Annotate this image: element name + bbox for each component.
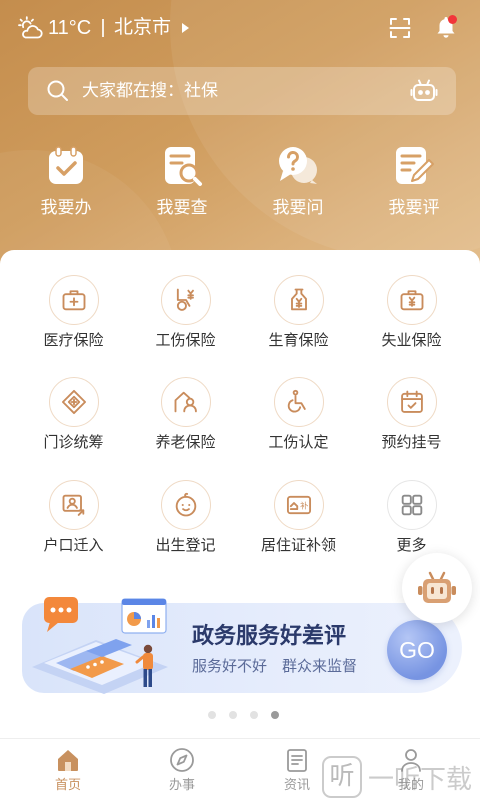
service-label: 门诊统筹 — [43, 434, 104, 451]
service-label: 工伤保险 — [155, 332, 216, 349]
wheelchair-icon — [273, 377, 324, 427]
service-rating-illustration — [32, 597, 168, 694]
baby-face-icon — [160, 480, 211, 530]
service-residence-permit-reissue[interactable]: 补 居住证补领 — [242, 480, 355, 556]
quick-action-apply[interactable]: 我要办 — [8, 144, 124, 219]
briefcase-yuan-icon — [386, 275, 437, 325]
service-label: 养老保险 — [155, 434, 216, 451]
medical-kit-icon — [48, 275, 99, 325]
service-more[interactable]: 更多 — [355, 480, 468, 556]
question-bubble-icon — [279, 147, 317, 184]
quick-action-query[interactable]: 我要查 — [124, 144, 240, 219]
banner-subtitle: 服务好不好 群众来监督 — [192, 658, 358, 675]
service-maternity-insurance[interactable]: 生育保险 — [242, 275, 355, 351]
id-card-move-in-icon — [48, 480, 99, 530]
temperature: 11°C — [48, 17, 92, 39]
pagination-dot[interactable] — [207, 711, 216, 719]
nav-label: 首页 — [54, 777, 81, 792]
compass-icon — [170, 748, 194, 772]
quick-action-label: 我要查 — [156, 198, 208, 217]
notification-badge — [448, 15, 457, 24]
service-medical-insurance[interactable]: 医疗保险 — [17, 275, 130, 351]
service-outpatient-pooling[interactable]: 门诊统筹 — [17, 377, 130, 453]
wheelchair-yuan-icon — [160, 275, 211, 325]
service-label: 生育保险 — [268, 332, 329, 349]
id-card-reissue-icon: 补 — [273, 480, 324, 530]
nav-home[interactable]: 首页 — [11, 739, 125, 800]
service-work-injury-certification[interactable]: 工伤认定 — [242, 377, 355, 453]
assistant-fab[interactable] — [402, 553, 472, 623]
service-label: 户口迁入 — [43, 537, 104, 554]
clipboard-check-icon — [49, 146, 83, 184]
service-label: 更多 — [396, 537, 427, 554]
service-pension-insurance[interactable]: 养老保险 — [129, 377, 242, 453]
document-search-icon — [165, 147, 202, 186]
banner-title: 政务服务好差评 — [192, 623, 347, 648]
search-bar[interactable]: 大家都在搜：社保 — [28, 67, 456, 115]
calendar-check-icon — [386, 377, 437, 427]
pagination-dot[interactable] — [249, 711, 258, 719]
cloudy-sun-icon — [18, 16, 43, 39]
service-label: 居住证补领 — [260, 537, 336, 554]
search-icon[interactable] — [46, 79, 70, 103]
house-person-icon — [160, 377, 211, 427]
watermark-text: 一听下载 — [368, 764, 473, 794]
service-birth-registration[interactable]: 出生登记 — [129, 480, 242, 556]
go-button[interactable]: GO — [387, 620, 447, 680]
reissue-mark: 补 — [300, 501, 308, 511]
service-label: 工伤认定 — [268, 434, 329, 451]
home-icon — [58, 750, 78, 771]
caret-right-icon[interactable] — [182, 23, 189, 33]
quick-action-label: 我要办 — [40, 198, 92, 217]
nav-services[interactable]: 办事 — [125, 739, 239, 800]
search-placeholder[interactable]: 大家都在搜：社保 — [82, 67, 218, 115]
service-label: 医疗保险 — [43, 332, 104, 349]
service-label: 失业保险 — [381, 332, 442, 349]
bottle-yuan-icon — [273, 275, 324, 325]
scan-icon[interactable] — [388, 16, 412, 40]
service-unemployment-insurance[interactable]: 失业保险 — [355, 275, 468, 351]
service-household-move-in[interactable]: 户口迁入 — [17, 480, 130, 556]
robot-icon — [418, 571, 456, 603]
diamond-plus-icon — [48, 377, 99, 427]
watermark-logo: 听 — [322, 756, 362, 798]
city-selector[interactable]: 北京市 — [114, 14, 171, 42]
nav-label: 办事 — [168, 777, 195, 792]
service-label: 预约挂号 — [381, 434, 442, 451]
quick-action-ask[interactable]: 我要问 — [240, 144, 356, 219]
service-work-injury-insurance[interactable]: 工伤保险 — [129, 275, 242, 351]
pagination-dot[interactable] — [228, 711, 237, 719]
header-glow — [170, 0, 480, 260]
status-divider — [102, 19, 104, 37]
quick-action-rate[interactable]: 我要评 — [356, 144, 472, 219]
quick-action-label: 我要评 — [388, 198, 440, 217]
service-label: 出生登记 — [155, 537, 216, 554]
quick-action-label: 我要问 — [272, 198, 324, 217]
grid-more-icon — [386, 480, 437, 530]
service-appointment-registration[interactable]: 预约挂号 — [355, 377, 468, 453]
pagination — [0, 711, 480, 719]
news-icon — [287, 749, 307, 772]
robot-icon[interactable] — [410, 78, 438, 103]
document-edit-icon — [396, 147, 434, 184]
pagination-dot[interactable] — [270, 711, 279, 719]
